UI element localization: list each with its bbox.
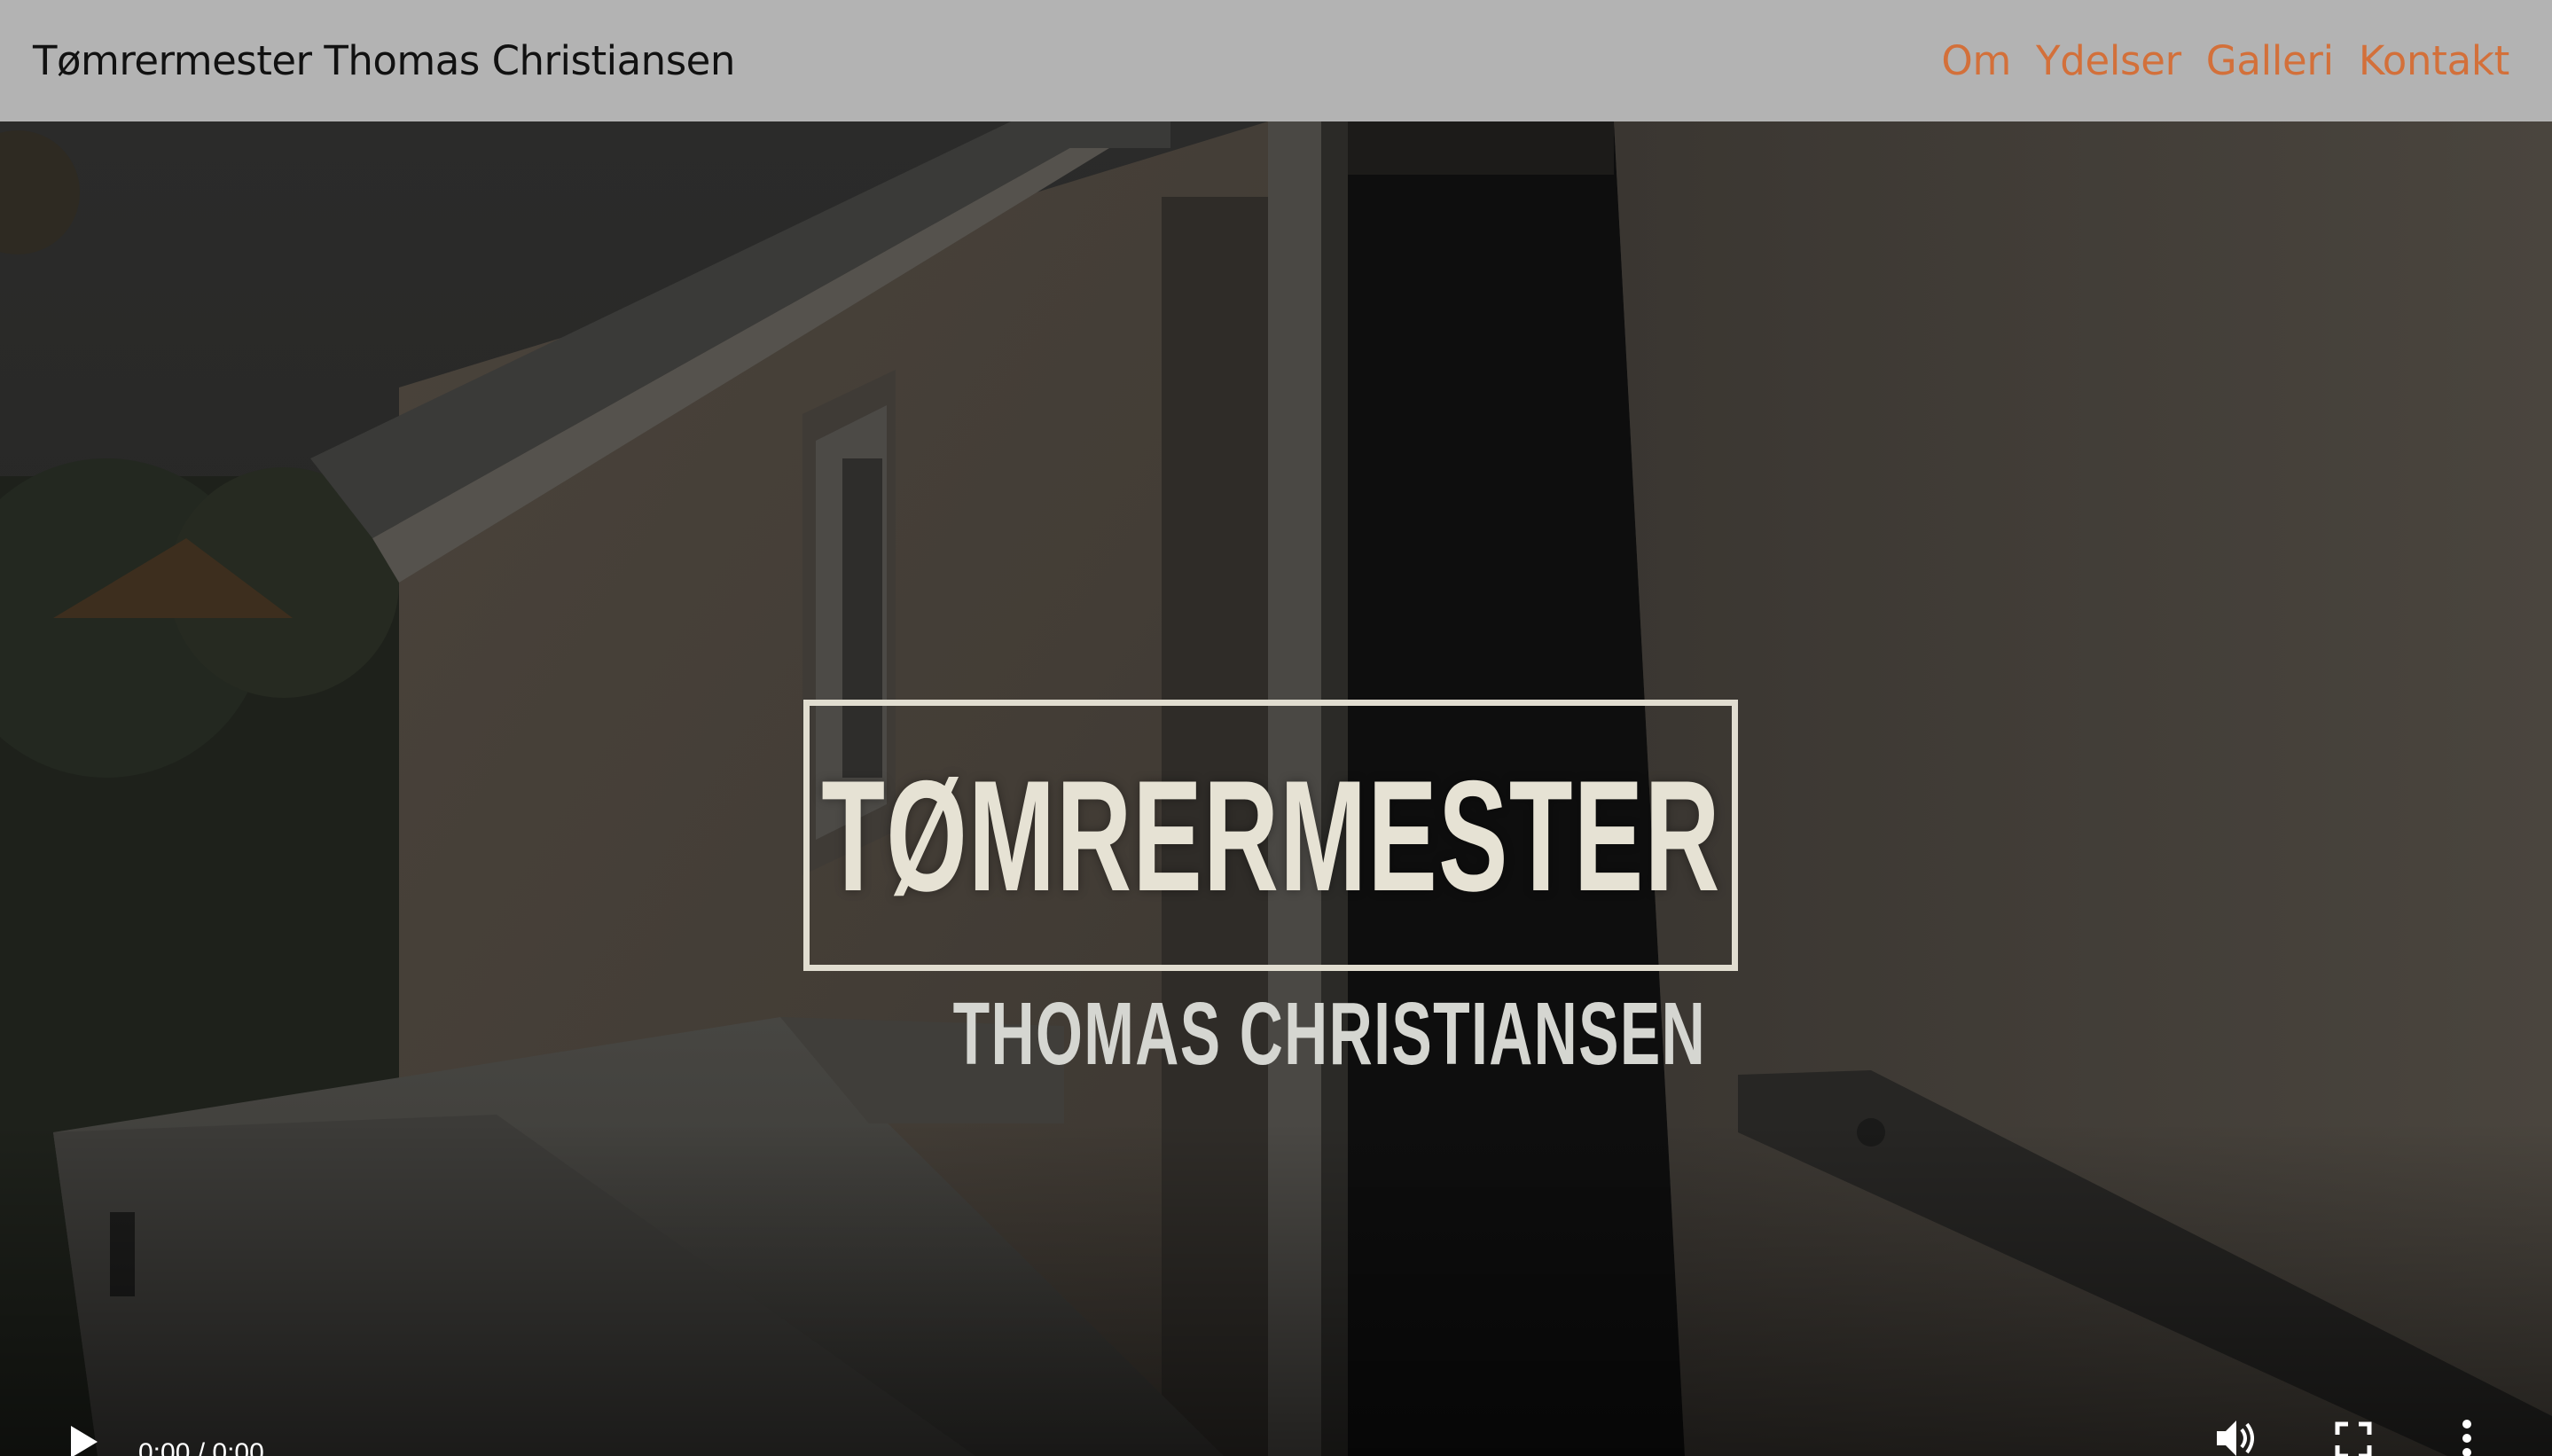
nav-link-ydelser[interactable]: Ydelser <box>2036 37 2181 84</box>
more-options-icon[interactable] <box>2460 1417 2474 1456</box>
nav-link-galleri[interactable]: Galleri <box>2206 37 2334 84</box>
video-subtitle-text: THOMAS CHRISTIANSEN <box>952 984 1707 1084</box>
play-icon[interactable] <box>66 1422 101 1456</box>
hero-video[interactable]: TØMRERMESTER THOMAS CHRISTIANSEN 0:00 / … <box>0 121 2552 1456</box>
volume-icon[interactable] <box>2213 1417 2261 1456</box>
fullscreen-icon[interactable] <box>2334 1421 2373 1456</box>
video-title-text: TØMRERMESTER <box>820 747 1721 924</box>
nav-link-kontakt[interactable]: Kontakt <box>2359 37 2509 84</box>
video-title-frame: TØMRERMESTER <box>803 700 1738 971</box>
site-header: Tømrermester Thomas Christiansen Om Ydel… <box>0 0 2552 121</box>
nav-link-om[interactable]: Om <box>1941 37 2011 84</box>
video-time: 0:00 / 0:00 <box>138 1438 264 1456</box>
main-nav: Om Ydelser Galleri Kontakt <box>1941 37 2509 84</box>
video-controls: 0:00 / 0:00 <box>0 1420 2552 1456</box>
site-title[interactable]: Tømrermester Thomas Christiansen <box>33 37 735 84</box>
